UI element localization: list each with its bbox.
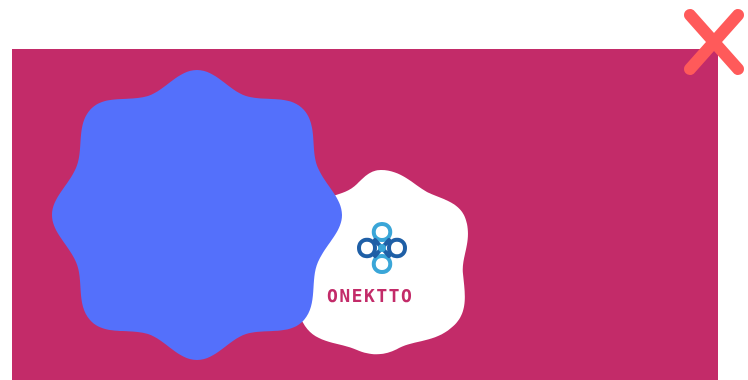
close-icon[interactable] (680, 5, 748, 79)
scalloped-blob-overlay (50, 68, 344, 362)
knot-icon (349, 218, 415, 278)
ad-container: ONEKTTO (0, 0, 748, 380)
